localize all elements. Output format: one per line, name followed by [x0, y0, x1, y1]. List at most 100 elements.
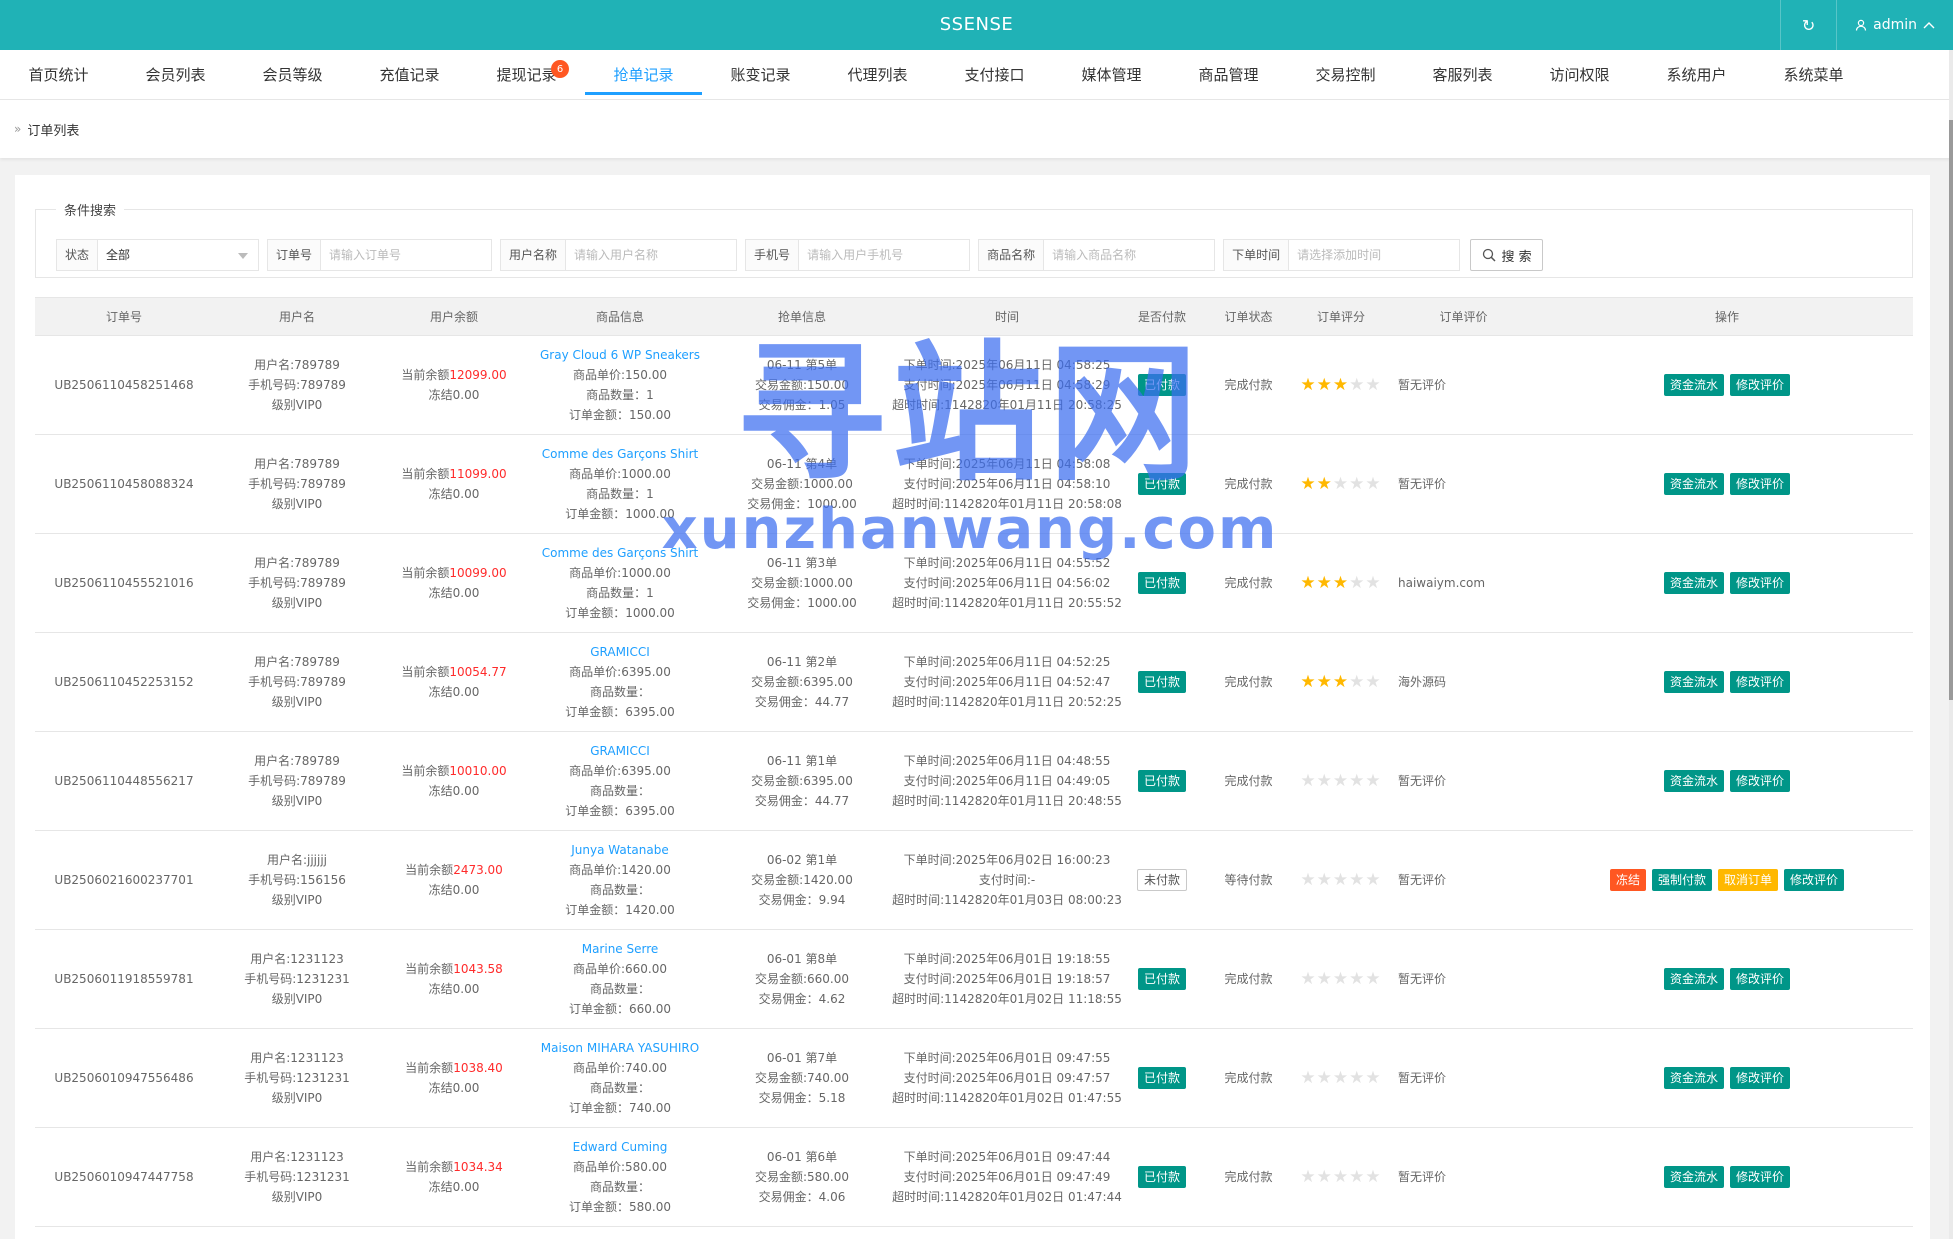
order-number: UB2506010947447758: [54, 1170, 194, 1184]
product-name[interactable]: Comme des Garçons Shirt: [527, 444, 713, 464]
fund-flow-button[interactable]: 资金流水: [1663, 770, 1724, 792]
order-review: 暂无评价: [1398, 972, 1447, 986]
nav-item[interactable]: 会员列表: [117, 50, 234, 99]
nav-item-label: 访问权限: [1549, 66, 1610, 84]
table-row: UB2506010947556486 用户名:1231123 手机号码:123123…: [35, 1028, 1913, 1128]
phone-label: 手机号: [746, 240, 800, 270]
nav-item[interactable]: 商品管理: [1170, 50, 1287, 99]
phone-input[interactable]: 请输入用户手机号: [799, 240, 969, 270]
product-field[interactable]: 商品名称 请输入商品名称: [978, 239, 1216, 271]
time-field[interactable]: 下单时间 请选择添加时间: [1223, 239, 1461, 271]
breadcrumb: » 订单列表: [0, 100, 1953, 158]
nav-item[interactable]: 系统菜单: [1755, 50, 1872, 99]
fund-flow-button[interactable]: 资金流水: [1663, 374, 1724, 396]
trade-amount: 交易金额:6395.00: [751, 774, 853, 788]
payment-status-badge: 已付款: [1137, 1166, 1186, 1188]
user-menu[interactable]: admin: [1836, 0, 1953, 50]
freeze-button[interactable]: 冻结: [1609, 869, 1646, 891]
edit-review-button[interactable]: 修改评价: [1784, 869, 1845, 891]
product-name[interactable]: GRAMICCI: [527, 741, 713, 761]
order-amount: 订单金额：6395.00: [565, 705, 675, 719]
fund-flow-button[interactable]: 资金流水: [1663, 671, 1724, 693]
edit-review-button[interactable]: 修改评价: [1730, 374, 1791, 396]
fund-flow-button[interactable]: 资金流水: [1663, 968, 1724, 990]
product-name[interactable]: GRAMICCI: [527, 642, 713, 662]
user-level: 级别VIP0: [271, 596, 323, 610]
table-row: UB2506110452253152 用户名:789789 手机号码:789789 级…: [35, 632, 1913, 732]
order-label: 订单号: [268, 240, 322, 270]
star-icon: ★: [1332, 572, 1350, 593]
edit-review-button[interactable]: 修改评价: [1730, 968, 1791, 990]
star-icon: ★: [1349, 671, 1366, 692]
phone-field[interactable]: 手机号 请输入用户手机号: [745, 239, 971, 271]
scrollbar-thumb[interactable]: [1949, 120, 1953, 700]
edit-review-button[interactable]: 修改评价: [1730, 473, 1791, 495]
star-icon: ★: [1349, 374, 1366, 395]
order-time: 下单时间:2025年06月01日 19:18:55: [903, 952, 1111, 966]
edit-review-button[interactable]: 修改评价: [1730, 1166, 1791, 1188]
product-name[interactable]: Edward Cuming: [527, 1137, 713, 1157]
payment-status-badge: 已付款: [1137, 770, 1186, 792]
rating-stars: ★★★★★: [1300, 771, 1381, 791]
product-name[interactable]: Marine Serre: [527, 939, 713, 959]
username-input[interactable]: 请输入用户名称: [566, 240, 736, 270]
page-scrollbar[interactable]: [1949, 50, 1953, 1239]
nav-item[interactable]: 账变记录: [702, 50, 819, 99]
fund-flow-button[interactable]: 资金流水: [1663, 1166, 1724, 1188]
commission: 交易佣金：5.18: [758, 1091, 846, 1105]
nav-item[interactable]: 会员等级: [234, 50, 351, 99]
star-icon: ★: [1349, 770, 1366, 791]
username-field[interactable]: 用户名称 请输入用户名称: [500, 239, 738, 271]
order-input[interactable]: 请输入订单号: [321, 240, 491, 270]
pay-time: 支付时间:-: [978, 873, 1036, 887]
edit-review-button[interactable]: 修改评价: [1730, 671, 1791, 693]
product-name[interactable]: Comme des Garçons Shirt: [527, 543, 713, 563]
nav-item[interactable]: 访问权限: [1521, 50, 1638, 99]
cancel-order-button[interactable]: 取消订单: [1718, 869, 1779, 891]
product-input[interactable]: 请输入商品名称: [1044, 240, 1214, 270]
edit-review-button[interactable]: 修改评价: [1730, 770, 1791, 792]
nav-item[interactable]: 充值记录: [351, 50, 468, 99]
order-number: UB2506110458088324: [54, 477, 194, 491]
nav-badge: 6: [551, 60, 569, 78]
balance-label: 当前余额: [405, 962, 454, 976]
time-input[interactable]: 请选择添加时间: [1289, 240, 1459, 270]
search-button[interactable]: 搜 索: [1470, 239, 1544, 271]
product-quantity: 商品数量：1: [586, 388, 654, 402]
chevron-up-icon: [1923, 22, 1935, 29]
nav-item[interactable]: 抢单记录: [585, 50, 702, 99]
status-field[interactable]: 状态 全部: [56, 239, 260, 271]
nav-item[interactable]: 支付接口: [936, 50, 1053, 99]
nav-item[interactable]: 代理列表: [819, 50, 936, 99]
fund-flow-button[interactable]: 资金流水: [1663, 572, 1724, 594]
edit-review-button[interactable]: 修改评价: [1730, 572, 1791, 594]
nav-item[interactable]: 系统用户: [1638, 50, 1755, 99]
fund-flow-button[interactable]: 资金流水: [1663, 1067, 1724, 1089]
force-pay-button[interactable]: 强制付款: [1651, 869, 1712, 891]
app-title: SSENSE: [939, 14, 1014, 35]
edit-review-button[interactable]: 修改评价: [1730, 1067, 1791, 1089]
table-row: UB2506110458088324 用户名:789789 手机号码:789789 级…: [35, 434, 1913, 534]
row-actions: 冻结 强制付款 取消订单 修改评价: [1541, 869, 1913, 891]
star-icon: ★: [1316, 572, 1333, 593]
nav-item[interactable]: 媒体管理: [1053, 50, 1170, 99]
fund-flow-button[interactable]: 资金流水: [1663, 473, 1724, 495]
nav-item[interactable]: 交易控制: [1287, 50, 1404, 99]
pay-time: 支付时间:2025年06月11日 04:56:02: [903, 576, 1111, 590]
nav-item[interactable]: 首页统计: [0, 50, 117, 99]
breadcrumb-label[interactable]: 订单列表: [27, 120, 79, 139]
nav-item[interactable]: 客服列表: [1404, 50, 1521, 99]
product-name[interactable]: Maison MIHARA YASUHIRO: [527, 1038, 713, 1058]
star-icon: ★: [1365, 1067, 1382, 1088]
star-icon: ★: [1300, 770, 1317, 791]
status-select[interactable]: 全部: [98, 240, 258, 270]
product-name[interactable]: Gray Cloud 6 WP Sneakers: [527, 345, 713, 365]
product-name[interactable]: Junya Watanabe: [527, 840, 713, 860]
user-name: 用户名:1231123: [250, 952, 344, 966]
rating-stars: ★★★★★: [1300, 870, 1381, 890]
nav-item[interactable]: 提现记录 6: [468, 50, 585, 99]
refresh-icon[interactable]: ↻: [1780, 0, 1836, 50]
star-icon: ★: [1316, 374, 1333, 395]
search-icon: [1482, 248, 1496, 262]
order-field[interactable]: 订单号 请输入订单号: [267, 239, 493, 271]
